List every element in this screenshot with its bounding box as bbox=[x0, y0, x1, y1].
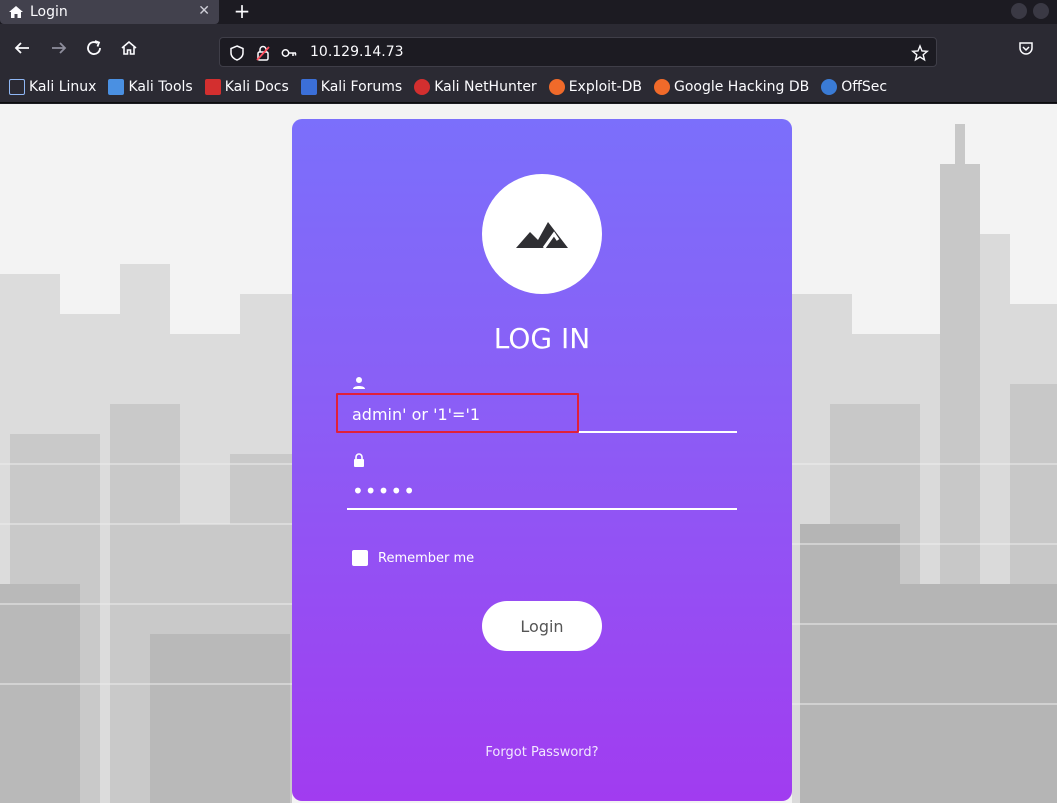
login-button[interactable]: Login bbox=[482, 601, 602, 651]
bookmark-kali-forums[interactable]: Kali Forums bbox=[300, 79, 402, 95]
url-bar[interactable]: 10.129.14.73 bbox=[219, 37, 937, 67]
bookmark-exploit-db[interactable]: Exploit-DB bbox=[548, 79, 642, 95]
back-button[interactable] bbox=[8, 34, 36, 62]
new-tab-button[interactable]: + bbox=[232, 0, 252, 22]
annotation-highlight-box bbox=[336, 393, 579, 433]
minimize-button[interactable] bbox=[1011, 3, 1027, 19]
pocket-button[interactable] bbox=[1012, 34, 1040, 62]
logo-avatar bbox=[482, 174, 602, 294]
login-card: LOG IN Remember me Login Forgot Password… bbox=[292, 119, 792, 801]
nethunter-icon bbox=[414, 79, 431, 95]
insecure-lock-icon[interactable] bbox=[254, 44, 272, 62]
navigation-bar: 10.129.14.73 bbox=[0, 24, 1057, 72]
url-text[interactable]: 10.129.14.73 bbox=[310, 44, 404, 60]
password-input[interactable] bbox=[347, 474, 737, 510]
close-tab-icon[interactable]: ✕ bbox=[198, 3, 210, 19]
arrow-left-icon bbox=[14, 42, 29, 54]
bookmark-google-hacking-db[interactable]: Google Hacking DB bbox=[653, 79, 809, 95]
page-content: LOG IN Remember me Login Forgot Password… bbox=[0, 104, 1057, 803]
star-icon[interactable] bbox=[911, 44, 929, 62]
bookmark-offsec[interactable]: OffSec bbox=[821, 79, 887, 95]
offsec-icon bbox=[821, 79, 838, 95]
exploit-db-icon bbox=[548, 79, 565, 95]
bookmark-kali-tools[interactable]: Kali Tools bbox=[108, 79, 193, 95]
home-outline-icon bbox=[121, 40, 137, 55]
lock-icon bbox=[354, 453, 364, 467]
kali-docs-icon bbox=[204, 79, 221, 95]
tab-title: Login bbox=[30, 4, 68, 20]
mountain-icon bbox=[516, 222, 568, 249]
bookmarks-bar: Kali Linux Kali Tools Kali Docs Kali For… bbox=[0, 72, 1057, 103]
pocket-icon bbox=[1019, 42, 1033, 55]
kali-dragon-icon bbox=[9, 79, 25, 95]
bookmark-kali-nethunter[interactable]: Kali NetHunter bbox=[414, 79, 537, 95]
kali-forums-icon bbox=[300, 79, 317, 95]
remember-checkbox[interactable] bbox=[352, 550, 368, 566]
tab-strip: Login ✕ + bbox=[0, 0, 1057, 24]
close-window-button[interactable] bbox=[1033, 3, 1049, 19]
ghdb-icon bbox=[653, 79, 670, 95]
reload-button[interactable] bbox=[80, 34, 108, 62]
tab-login[interactable]: Login ✕ bbox=[0, 0, 219, 24]
bookmark-kali-docs[interactable]: Kali Docs bbox=[204, 79, 289, 95]
forward-button[interactable] bbox=[45, 34, 73, 62]
home-button[interactable] bbox=[115, 34, 143, 62]
forgot-password-link[interactable]: Forgot Password? bbox=[292, 745, 792, 760]
reload-icon bbox=[87, 40, 101, 55]
remember-label: Remember me bbox=[378, 550, 475, 566]
shield-icon[interactable] bbox=[228, 44, 246, 62]
home-icon bbox=[9, 6, 23, 18]
arrow-right-icon bbox=[52, 42, 67, 54]
bookmark-kali-linux[interactable]: Kali Linux bbox=[9, 79, 96, 95]
remember-me[interactable]: Remember me bbox=[352, 550, 474, 566]
key-icon[interactable] bbox=[280, 44, 298, 62]
page-title: LOG IN bbox=[493, 322, 591, 355]
user-icon bbox=[353, 377, 365, 389]
kali-tools-icon bbox=[108, 79, 125, 95]
